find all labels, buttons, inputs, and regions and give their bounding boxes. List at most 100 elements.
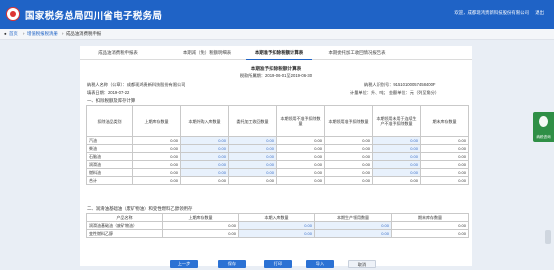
deduction-table: 扣除油品类别 上期库存数量 本期外购入库数量 委托加工收回数量 本期领用不准予扣… — [86, 105, 469, 185]
tab-deduction[interactable]: 本期准予扣除税额计算表 — [246, 46, 312, 60]
cell-input[interactable]: 0.00 — [372, 168, 421, 177]
tab-processing[interactable]: 本期委托加工收回情况报告表 — [318, 46, 396, 59]
print-button[interactable]: 打印 — [264, 260, 292, 268]
cell-input[interactable]: 0.00 — [228, 160, 277, 169]
cell-input[interactable]: 0.00 — [228, 136, 277, 145]
col-header: 本期入库数量 — [238, 213, 315, 222]
report-tabs: 成品油消费税申报表 本期减（免）税额明细表 本期准予扣除税额计算表 本期委托加工… — [80, 46, 472, 60]
cancel-button[interactable]: 取消 — [348, 260, 376, 268]
save-button[interactable]: 保存 — [218, 260, 246, 268]
row-label: 润滑油 — [86, 160, 133, 169]
cell-value: 0.00 — [276, 168, 325, 177]
unit-note: 计量单位：升、吨； 金额单位：元（列至角分） — [350, 90, 440, 95]
report-panel: 成品油消费税申报表 本期减（免）税额明细表 本期准予扣除税额计算表 本期委托加工… — [80, 46, 472, 268]
section2-title: 二、润滑油基础油（废矿物油）和变性燃料乙醇领用存 — [87, 206, 193, 211]
cell-value: 0.00 — [372, 176, 421, 185]
cell-value: 0.00 — [132, 152, 181, 161]
table-row: 变性燃料乙醇 0.00 0.00 0.00 0.00 — [86, 229, 469, 238]
row-label: 合计 — [86, 176, 133, 185]
row-label: 润滑油基础油（废矿物油） — [86, 221, 163, 230]
tab-declaration[interactable]: 成品油消费税申报表 — [84, 46, 152, 59]
tax-emblem-icon — [6, 7, 20, 21]
cell-value: 0.00 — [420, 144, 469, 153]
cell-input[interactable]: 0.00 — [238, 221, 315, 230]
cell-value: 0.00 — [324, 160, 373, 169]
col-header: 上期库存数量 — [162, 213, 239, 222]
cell-value: 0.00 — [391, 221, 469, 230]
cell-value: 0.00 — [276, 160, 325, 169]
table-row-total: 合计 0.00 0.00 0.00 0.00 0.00 0.00 0.00 — [86, 176, 469, 185]
scroll-handle[interactable] — [545, 230, 551, 244]
import-button[interactable]: 导入 — [306, 260, 334, 268]
cell-input[interactable]: 0.00 — [228, 168, 277, 177]
cell-value: 0.00 — [132, 136, 181, 145]
cell-input[interactable]: 0.00 — [228, 152, 277, 161]
row-label: 柴油 — [86, 144, 133, 153]
cell-value: 0.00 — [276, 144, 325, 153]
table-row: 润滑油 0.00 0.00 0.00 0.00 0.00 0.00 0.00 — [86, 160, 469, 169]
fill-date: 填表日期：2019-07-22 — [87, 90, 130, 95]
table-header-row: 扣除油品类别 上期库存数量 本期外购入库数量 委托加工收回数量 本期领用不准予扣… — [86, 105, 469, 137]
taxpayer-name: 纳税人名称（公章）：成都现鸿贵新科技股份有限公司 — [87, 82, 186, 87]
col-header: 本期生产领用数量 — [314, 213, 392, 222]
prev-button[interactable]: 上一步 — [170, 260, 198, 268]
exit-link[interactable]: 退出 — [535, 10, 544, 15]
table-row: 汽油 0.00 0.00 0.00 0.00 0.00 0.00 0.00 — [86, 136, 469, 145]
cell-input[interactable]: 0.00 — [314, 229, 392, 238]
cell-value: 0.00 — [391, 229, 469, 238]
cell-value: 0.00 — [420, 152, 469, 161]
table-row: 石脑油 0.00 0.00 0.00 0.00 0.00 0.00 0.00 — [86, 152, 469, 161]
top-header-bar: 国家税务总局四川省电子税务局 欢迎，成都现鸿贵新科技股份有限公司 退出 — [0, 0, 554, 29]
cell-value: 0.00 — [420, 160, 469, 169]
consult-widget[interactable]: 纳税咨询 — [533, 112, 554, 142]
row-label: 燃料油 — [86, 168, 133, 177]
breadcrumb-level1[interactable]: 增值税报税清册 — [27, 31, 58, 37]
row-label: 汽油 — [86, 136, 133, 145]
col-header: 委托加工收回数量 — [228, 105, 277, 137]
welcome-text: 欢迎，成都现鸿贵新科技股份有限公司 — [454, 10, 529, 15]
taxpayer-id: 纳税人识别号：91510100057458400F — [364, 82, 436, 87]
col-header: 本期领用不准予扣除数量 — [276, 105, 325, 137]
cell-input[interactable]: 0.00 — [180, 136, 229, 145]
row-label: 变性燃料乙醇 — [86, 229, 163, 238]
cell-input[interactable]: 0.00 — [180, 144, 229, 153]
table-row: 润滑油基础油（废矿物油） 0.00 0.00 0.00 0.00 — [86, 221, 469, 230]
cell-input[interactable]: 0.00 — [372, 160, 421, 169]
cell-input[interactable]: 0.00 — [372, 152, 421, 161]
report-title: 本期准予扣除税额计算表 — [250, 66, 302, 71]
cell-input[interactable]: 0.00 — [314, 221, 392, 230]
usage-table: 产品名称 上期库存数量 本期入库数量 本期生产领用数量 期末库存数量 润滑油基础… — [86, 213, 469, 238]
home-icon[interactable]: ● — [4, 31, 7, 36]
col-header: 本期外购入库数量 — [180, 105, 229, 137]
cell-value: 0.00 — [132, 176, 181, 185]
section1-title: 一、扣除税额及库存计算 — [87, 98, 136, 103]
cell-value: 0.00 — [162, 229, 239, 238]
cell-input[interactable]: 0.00 — [372, 136, 421, 145]
cell-value: 0.00 — [420, 168, 469, 177]
cell-value: 0.00 — [324, 168, 373, 177]
cell-input[interactable]: 0.00 — [180, 160, 229, 169]
cell-value: 0.00 — [276, 176, 325, 185]
cell-input[interactable]: 0.00 — [238, 229, 315, 238]
cell-value: 0.00 — [132, 144, 181, 153]
col-header: 期末库存数量 — [420, 105, 469, 137]
tax-period: 税款所属期：2019-06-01至2019-06-30 — [239, 73, 313, 78]
breadcrumb-level2: 成品油消费税申报 — [66, 31, 102, 36]
cell-input[interactable]: 0.00 — [372, 144, 421, 153]
site-title: 国家税务总局四川省电子税务局 — [25, 11, 163, 22]
table-header-row: 产品名称 上期库存数量 本期入库数量 本期生产领用数量 期末库存数量 — [86, 213, 469, 222]
action-buttons: 上一步 保存 打印 导入 取消 — [80, 260, 472, 270]
tab-exemption[interactable]: 本期减（免）税额明细表 — [170, 46, 244, 59]
cell-value: 0.00 — [324, 136, 373, 145]
cell-input[interactable]: 0.00 — [180, 152, 229, 161]
cell-input[interactable]: 0.00 — [180, 168, 229, 177]
col-header: 期末库存数量 — [391, 213, 469, 222]
cell-value: 0.00 — [276, 136, 325, 145]
table-row: 燃料油 0.00 0.00 0.00 0.00 0.00 0.00 0.00 — [86, 168, 469, 177]
cell-value: 0.00 — [420, 176, 469, 185]
breadcrumb-home[interactable]: 首页 — [9, 31, 18, 37]
cell-value: 0.00 — [180, 176, 229, 185]
cell-value: 0.00 — [162, 221, 239, 230]
cell-input[interactable]: 0.00 — [228, 144, 277, 153]
cell-value: 0.00 — [228, 176, 277, 185]
